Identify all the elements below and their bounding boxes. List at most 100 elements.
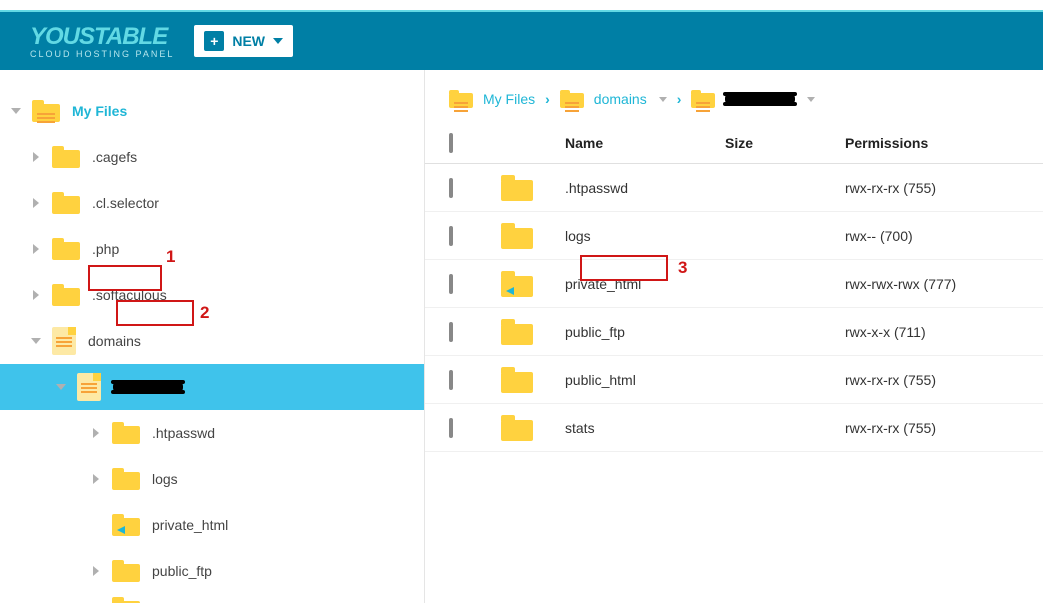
tree-item-label: .softaculous — [92, 287, 167, 303]
breadcrumb: My Files › domains › — [425, 90, 1043, 122]
tree-item-label: private_html — [152, 517, 228, 533]
tree-item-cagefs[interactable]: .cagefs — [0, 134, 424, 180]
column-size[interactable]: Size — [725, 135, 845, 151]
row-checkbox[interactable] — [449, 178, 453, 198]
folder-icon — [112, 597, 140, 603]
tree-item-private-html[interactable]: private_html — [0, 502, 424, 548]
cell-perm: rwx-x-x (711) — [845, 324, 1019, 340]
row-checkbox[interactable] — [449, 322, 453, 342]
brand-logo: YOUSTABLE CLOUD HOSTING PANEL — [30, 23, 174, 59]
folder-icon — [449, 90, 473, 108]
expand-icon[interactable] — [90, 428, 102, 438]
row-checkbox[interactable] — [449, 274, 453, 294]
tree-item-domain-selected[interactable] — [0, 364, 424, 410]
column-name[interactable]: Name — [565, 135, 725, 151]
tree-item-label: public_ftp — [152, 563, 212, 579]
breadcrumb-separator-icon: › — [545, 91, 550, 107]
shared-folder-icon — [112, 514, 140, 536]
folder-icon — [112, 422, 140, 444]
cell-perm: rwx-- (700) — [845, 228, 1019, 244]
table-header: Name Size Permissions — [425, 122, 1043, 164]
expand-icon[interactable] — [30, 198, 42, 208]
redacted-text — [113, 382, 183, 392]
table-row[interactable]: public_ftp rwx-x-x (711) — [425, 308, 1043, 356]
tree-item-htpasswd[interactable]: .htpasswd — [0, 410, 424, 456]
breadcrumb-root[interactable]: My Files — [483, 91, 535, 107]
expand-icon[interactable] — [30, 152, 42, 162]
expand-icon[interactable] — [30, 290, 42, 300]
column-perm[interactable]: Permissions — [845, 135, 1019, 151]
tree-item-more[interactable] — [0, 594, 424, 603]
breadcrumb-current-redacted — [725, 91, 795, 107]
table-row[interactable]: .htpasswd rwx-rx-rx (755) — [425, 164, 1043, 212]
document-folder-icon — [560, 90, 584, 108]
brand-name: YOUSTABLE — [30, 23, 174, 51]
cell-name[interactable]: private_html — [565, 276, 725, 292]
expand-icon[interactable] — [90, 474, 102, 484]
cell-perm: rwx-rx-rx (755) — [845, 420, 1019, 436]
folder-icon — [52, 192, 80, 214]
collapse-icon[interactable] — [55, 384, 67, 390]
folder-tree: My Files .cagefs .cl.selector .php .soft… — [0, 70, 425, 603]
folder-icon — [32, 100, 60, 122]
tree-root-label: My Files — [72, 103, 127, 119]
folder-icon — [501, 175, 533, 201]
tree-item-label: .php — [92, 241, 119, 257]
document-folder-icon — [52, 327, 76, 355]
breadcrumb-domains[interactable]: domains — [594, 91, 647, 107]
cell-perm: rwx-rx-rx (755) — [845, 372, 1019, 388]
cell-name[interactable]: public_html — [565, 372, 725, 388]
folder-icon — [112, 560, 140, 582]
chevron-down-icon[interactable] — [659, 97, 667, 102]
plus-icon: + — [204, 31, 224, 51]
cell-perm: rwx-rwx-rwx (777) — [845, 276, 1019, 292]
table-row[interactable]: stats rwx-rx-rx (755) — [425, 404, 1043, 452]
tree-item-label: .htpasswd — [152, 425, 215, 441]
collapse-icon[interactable] — [10, 108, 22, 114]
tree-item-php[interactable]: .php — [0, 226, 424, 272]
table-row[interactable]: logs rwx-- (700) — [425, 212, 1043, 260]
folder-icon — [501, 367, 533, 393]
table-row[interactable]: private_html rwx-rwx-rwx (777) — [425, 260, 1043, 308]
tree-root[interactable]: My Files — [0, 88, 424, 134]
tree-item-label: logs — [152, 471, 178, 487]
row-checkbox[interactable] — [449, 370, 453, 390]
row-checkbox[interactable] — [449, 418, 453, 438]
chevron-down-icon — [273, 38, 283, 44]
cell-name[interactable]: public_ftp — [565, 324, 725, 340]
tree-item-softaculous[interactable]: .softaculous — [0, 272, 424, 318]
folder-icon — [52, 146, 80, 168]
folder-icon — [52, 284, 80, 306]
tree-item-public-ftp[interactable]: public_ftp — [0, 548, 424, 594]
select-all-checkbox[interactable] — [449, 133, 453, 153]
tree-item-clselector[interactable]: .cl.selector — [0, 180, 424, 226]
shared-folder-icon — [501, 271, 533, 297]
tree-item-label-redacted — [113, 379, 183, 395]
file-list-pane: My Files › domains › Name Size Permissio… — [425, 70, 1043, 603]
document-folder-icon — [691, 90, 715, 108]
new-button-label: NEW — [232, 33, 265, 49]
table-row[interactable]: public_html rwx-rx-rx (755) — [425, 356, 1043, 404]
document-folder-icon — [77, 373, 101, 401]
cell-name[interactable]: stats — [565, 420, 725, 436]
folder-icon — [112, 468, 140, 490]
expand-icon[interactable] — [90, 566, 102, 576]
new-button[interactable]: + NEW — [194, 25, 293, 57]
cell-name[interactable]: .htpasswd — [565, 180, 725, 196]
folder-icon — [501, 223, 533, 249]
cell-perm: rwx-rx-rx (755) — [845, 180, 1019, 196]
tree-item-domains[interactable]: domains — [0, 318, 424, 364]
tree-item-label: .cl.selector — [92, 195, 159, 211]
chevron-down-icon[interactable] — [807, 97, 815, 102]
collapse-icon[interactable] — [30, 338, 42, 344]
row-checkbox[interactable] — [449, 226, 453, 246]
brand-tagline: CLOUD HOSTING PANEL — [30, 49, 174, 59]
tree-item-logs[interactable]: logs — [0, 456, 424, 502]
tree-item-label: .cagefs — [92, 149, 137, 165]
cell-name[interactable]: logs — [565, 228, 725, 244]
breadcrumb-separator-icon: › — [677, 91, 682, 107]
tree-item-label: domains — [88, 333, 141, 349]
expand-icon[interactable] — [30, 244, 42, 254]
redacted-text — [725, 94, 795, 104]
folder-icon — [501, 415, 533, 441]
